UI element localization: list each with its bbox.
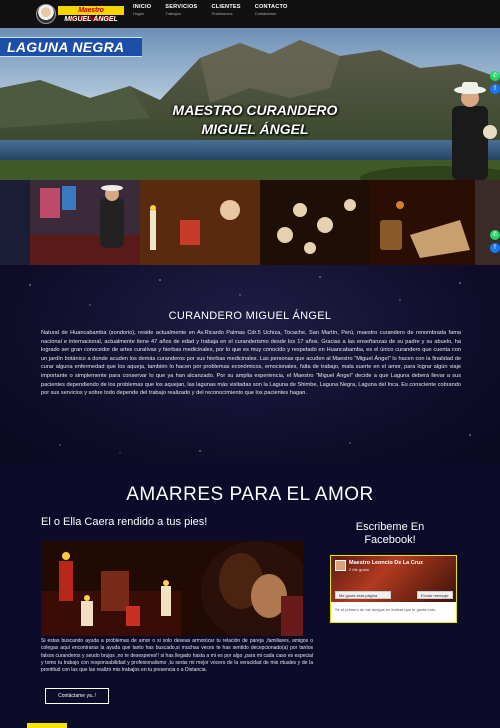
logo-line2: MIGUEL ÁNGEL [64, 16, 118, 23]
top-navbar: Maestro CURANDERO MIGUEL ÁNGEL INICIO Hog… [0, 0, 500, 28]
hero-banner: LAGUNA NEGRA MAESTRO CURANDERO MIGUEL ÁN… [0, 28, 500, 180]
facebook-icon[interactable]: f [490, 84, 500, 94]
logo-avatar [36, 4, 56, 24]
facebook-like-button[interactable]: Me gusta esta página [335, 591, 391, 599]
menu-item-contacto[interactable]: CONTACTO Contáctame [255, 4, 288, 16]
facebook-page-avatar [335, 560, 346, 571]
contact-button[interactable]: Contáctame ya..! [45, 688, 109, 704]
facebook-page-name[interactable]: Maestro Leoncio De La Cruz [349, 560, 423, 566]
facebook-page-widget[interactable]: Maestro Leoncio De La Cruz 2 Me gusta Me… [330, 555, 457, 623]
whatsapp-icon[interactable]: ✆ [490, 230, 500, 240]
amarres-heading: AMARRES PARA EL AMOR [126, 484, 374, 505]
about-heading: CURANDERO MIGUEL ÁNGEL [168, 310, 332, 322]
facebook-title: Escribeme En Facebook! [355, 521, 425, 546]
site-logo[interactable]: Maestro CURANDERO MIGUEL ÁNGEL [34, 3, 126, 25]
laguna-negra-banner: LAGUNA NEGRA [0, 37, 142, 57]
hero-title-line1: MAESTRO CURANDERO [172, 102, 338, 118]
page: { "nav": { "logo_line1": "Maestro CURAND… [0, 0, 500, 728]
altar-photo-strip [0, 180, 500, 265]
yellow-accent-bar [27, 723, 67, 728]
facebook-message-button[interactable]: Enviar mensaje [417, 591, 453, 599]
whatsapp-icon[interactable]: ✆ [490, 71, 500, 81]
love-ritual-image [41, 541, 303, 636]
hero-title-line2: MIGUEL ÁNGEL [201, 121, 309, 137]
main-menu: INICIO Hogar SERVICIOS Trabajos CLIENTES Te… [133, 4, 302, 16]
altar-collage-image [0, 180, 500, 265]
facebook-footer-text: Sé el primero de tus amigos en indicar q… [335, 607, 437, 612]
amarres-text: Si estas buscando ayuda a problemas de a… [41, 638, 313, 674]
amarres-section: AMARRES PARA EL AMOR El o Ella Caera ren… [0, 463, 500, 728]
logo-line1: Maestro CURANDERO [58, 6, 124, 23]
facebook-page-likes: 2 Me gusta [349, 567, 369, 572]
about-text: Natural de Huancabamba (sondorio), resid… [41, 330, 461, 397]
facebook-icon[interactable]: f [490, 243, 500, 253]
menu-item-servicios[interactable]: SERVICIOS Trabajos [165, 4, 197, 16]
facebook-cover-image: Maestro Leoncio De La Cruz 2 Me gusta Me… [331, 556, 456, 602]
amarres-subheading: El o Ella Caera rendido a tus pies! [41, 516, 208, 528]
menu-item-inicio[interactable]: INICIO Hogar [133, 4, 151, 16]
menu-item-clientes[interactable]: CLIENTES Testimonios [211, 4, 240, 16]
about-section: CURANDERO MIGUEL ÁNGEL Natural de Huanca… [0, 265, 500, 463]
